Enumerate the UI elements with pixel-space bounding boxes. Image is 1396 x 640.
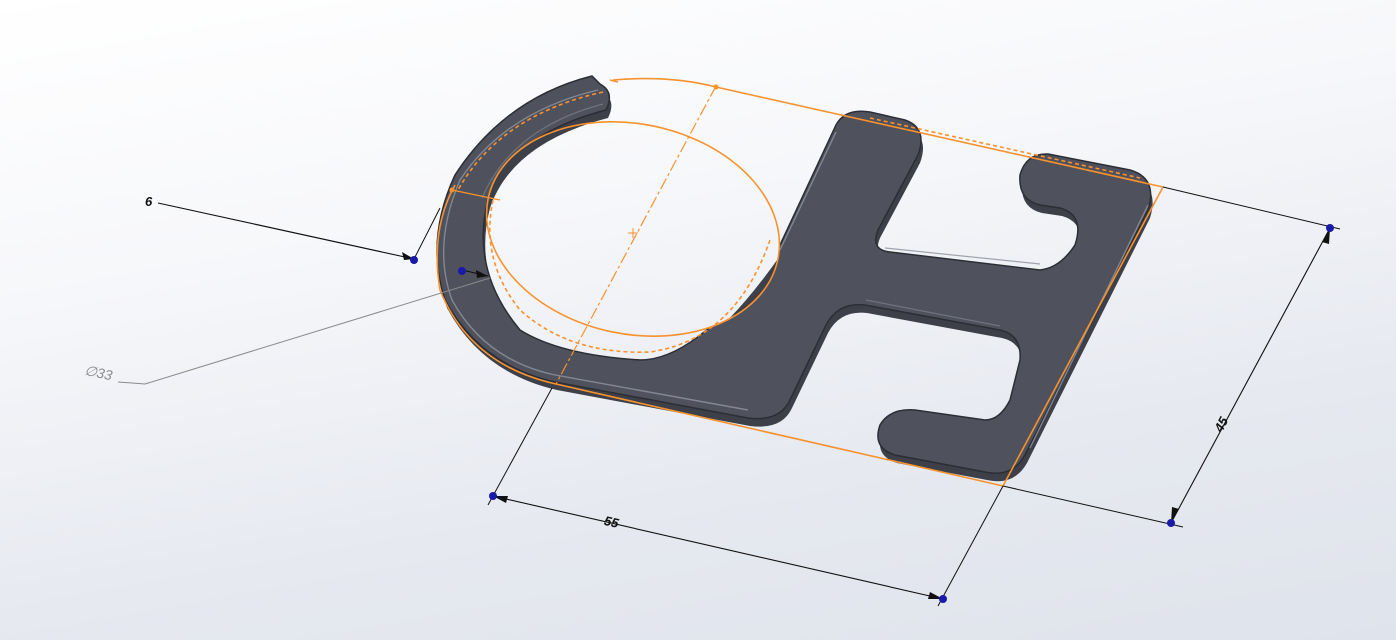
dimension-endpoint[interactable] [489,492,497,500]
dimension-endpoint[interactable] [1326,224,1334,232]
sketch-center-mark [628,228,638,238]
dimension-endpoint[interactable] [1167,519,1175,527]
cad-viewport[interactable]: 6 ∅33 55 45 [0,0,1396,640]
sketch-point[interactable] [713,84,719,90]
model-view[interactable]: 6 ∅33 55 45 [0,0,1396,640]
dimension-thickness[interactable]: 6 [145,194,441,264]
dimension-endpoint[interactable] [939,595,947,603]
dimension-thickness-value[interactable]: 6 [145,194,153,209]
svg-text:∅33: ∅33 [83,362,114,383]
dimension-endpoint[interactable] [410,256,418,264]
sketch-point[interactable] [449,187,455,193]
dimension-diameter-value[interactable]: 33 [95,364,114,383]
dimension-length-value[interactable]: 55 [603,513,621,531]
dimension-diameter[interactable]: ∅33 [83,267,491,385]
part-body[interactable] [436,75,1153,482]
dimension-endpoint[interactable] [458,267,466,275]
